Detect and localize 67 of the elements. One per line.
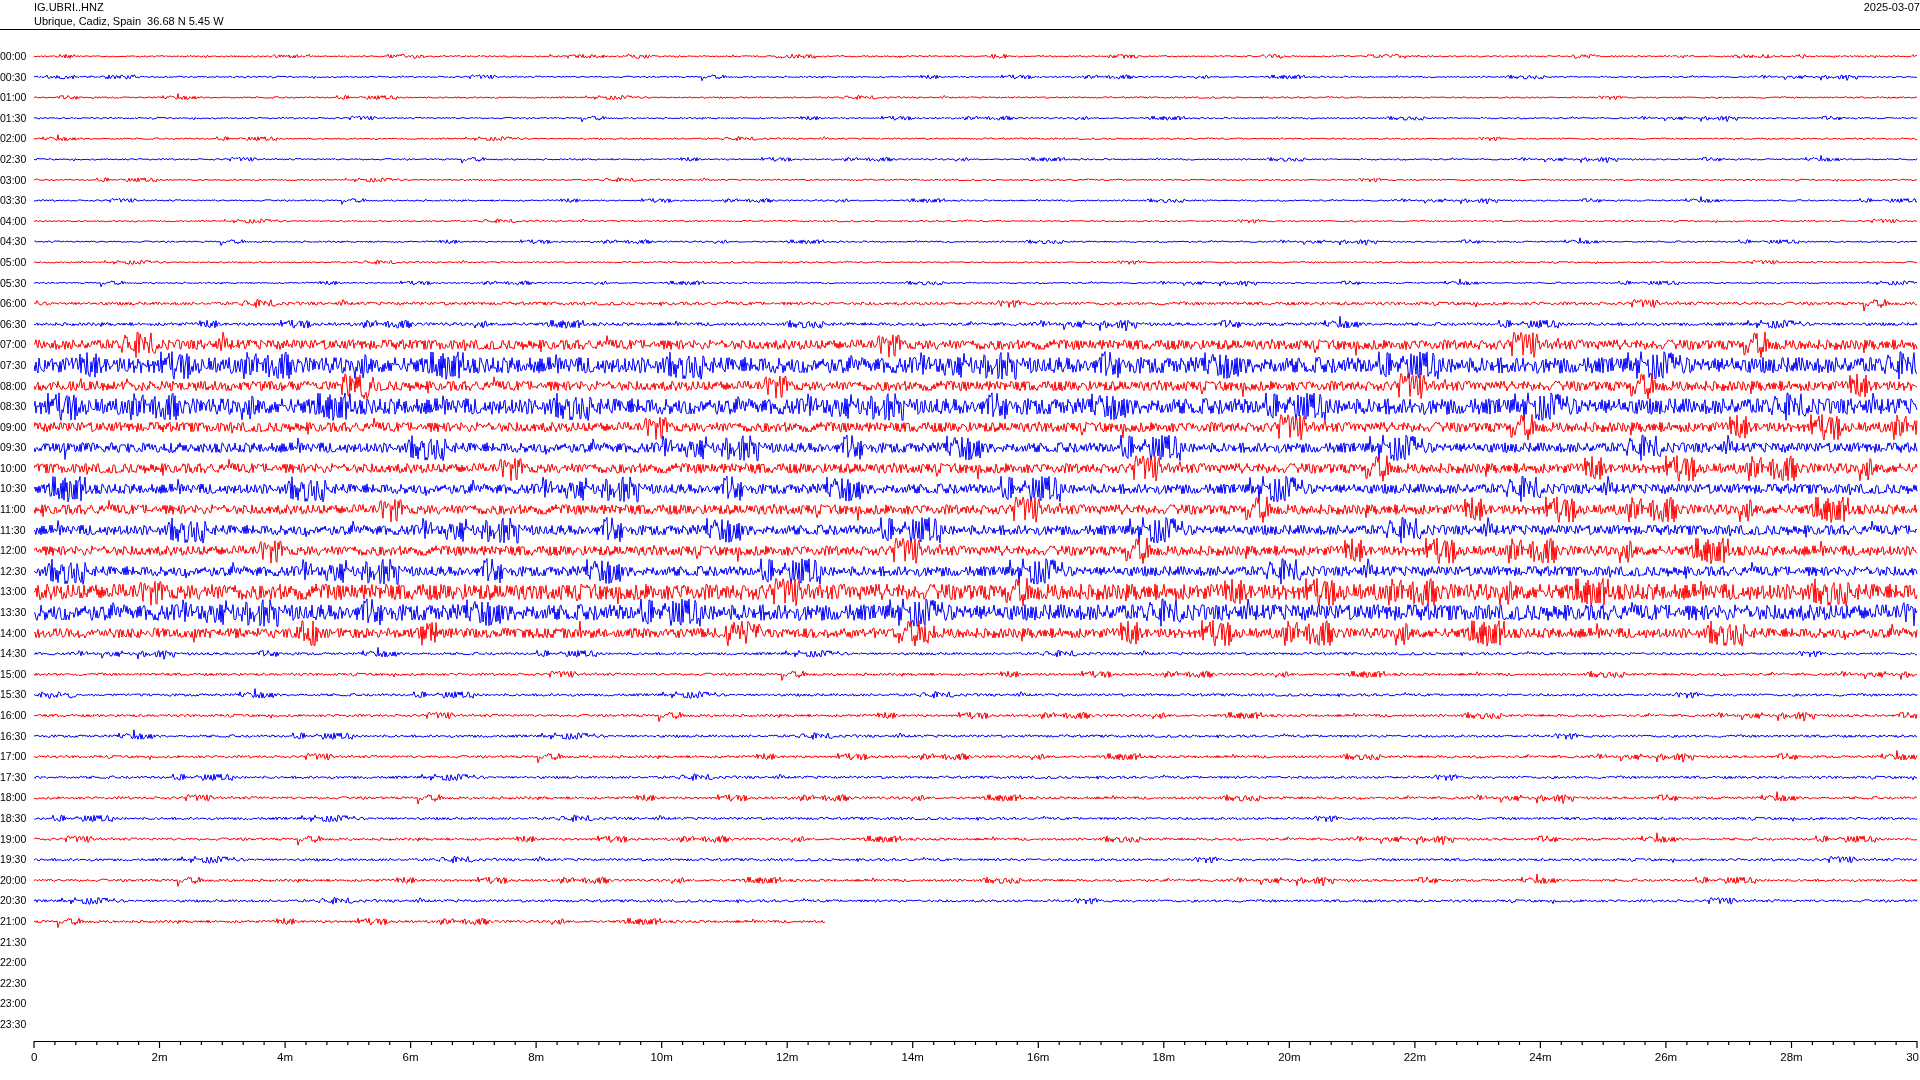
axis-label: 16m xyxy=(1027,1051,1050,1063)
time-label: 21:00 xyxy=(0,913,28,929)
time-label: 12:00 xyxy=(0,543,28,559)
time-label: 18:30 xyxy=(0,810,28,826)
time-label: 19:00 xyxy=(0,831,28,847)
time-label: 01:30 xyxy=(0,110,28,126)
time-label: 20:30 xyxy=(0,893,28,909)
time-label: 00:30 xyxy=(0,69,28,85)
time-label: 13:00 xyxy=(0,584,28,600)
time-label: 05:30 xyxy=(0,275,28,291)
axis-label: 10m xyxy=(650,1051,673,1063)
axis-label: 2m xyxy=(151,1051,168,1063)
time-label: 06:30 xyxy=(0,316,28,332)
time-label: 14:00 xyxy=(0,625,28,641)
time-label: 22:30 xyxy=(0,975,28,991)
time-label: 05:00 xyxy=(0,254,28,270)
axis-label: 14m xyxy=(901,1051,924,1063)
axis-label: 8m xyxy=(528,1051,545,1063)
axis-label: 24m xyxy=(1529,1051,1552,1063)
axis-label: 26m xyxy=(1654,1051,1678,1063)
time-label: 20:00 xyxy=(0,872,28,888)
time-label: 17:00 xyxy=(0,749,28,765)
axis-label: 18m xyxy=(1152,1051,1175,1063)
station-code: IG.UBRI..HNZ xyxy=(34,0,105,14)
time-label: 02:30 xyxy=(0,151,28,167)
time-label: 13:30 xyxy=(0,605,28,621)
time-label: 23:00 xyxy=(0,996,28,1012)
time-label: 10:30 xyxy=(0,481,28,497)
time-label: 18:00 xyxy=(0,790,28,806)
station-location: Ubrique, Cadiz, Spain 36.68 N 5.45 W xyxy=(34,14,224,28)
axis-label: 12m xyxy=(776,1051,799,1063)
time-label: 19:30 xyxy=(0,852,28,868)
time-label: 12:30 xyxy=(0,563,28,579)
time-label: 09:00 xyxy=(0,419,28,435)
time-label: 06:00 xyxy=(0,296,28,312)
time-label: 14:30 xyxy=(0,646,28,662)
time-label: 16:30 xyxy=(0,728,28,744)
time-label: 02:00 xyxy=(0,131,28,147)
time-label: 00:00 xyxy=(0,49,28,64)
time-label: 09:30 xyxy=(0,440,28,456)
time-label: 15:00 xyxy=(0,666,28,682)
axis-label: 30 xyxy=(1906,1051,1919,1063)
axis-label: 22m xyxy=(1403,1051,1427,1063)
time-label: 07:30 xyxy=(0,357,28,373)
axis-label: 20m xyxy=(1278,1051,1301,1063)
time-label: 08:30 xyxy=(0,399,28,415)
time-label: 22:00 xyxy=(0,955,28,971)
time-label: 03:00 xyxy=(0,172,28,188)
time-label: 04:00 xyxy=(0,213,28,229)
time-label: 17:30 xyxy=(0,769,28,785)
time-label: 03:30 xyxy=(0,193,28,209)
time-label: 04:30 xyxy=(0,234,28,250)
time-label: 16:00 xyxy=(0,708,28,723)
time-label: 07:00 xyxy=(0,337,28,353)
axis-label: 4m xyxy=(277,1051,294,1063)
axis-label: 0 xyxy=(31,1051,38,1063)
time-label: 15:30 xyxy=(0,687,28,703)
time-label: 23:30 xyxy=(0,1016,28,1032)
record-date: 2025-03-07 xyxy=(1863,0,1920,14)
time-label: 11:30 xyxy=(0,522,27,538)
time-label: 01:00 xyxy=(0,90,28,106)
time-label: 08:00 xyxy=(0,378,28,394)
axis-label: 28m xyxy=(1780,1051,1803,1063)
time-label: 21:30 xyxy=(0,934,28,950)
time-label: 11:00 xyxy=(0,502,27,518)
time-label: 10:00 xyxy=(0,460,28,476)
axis-label: 6m xyxy=(402,1051,419,1063)
